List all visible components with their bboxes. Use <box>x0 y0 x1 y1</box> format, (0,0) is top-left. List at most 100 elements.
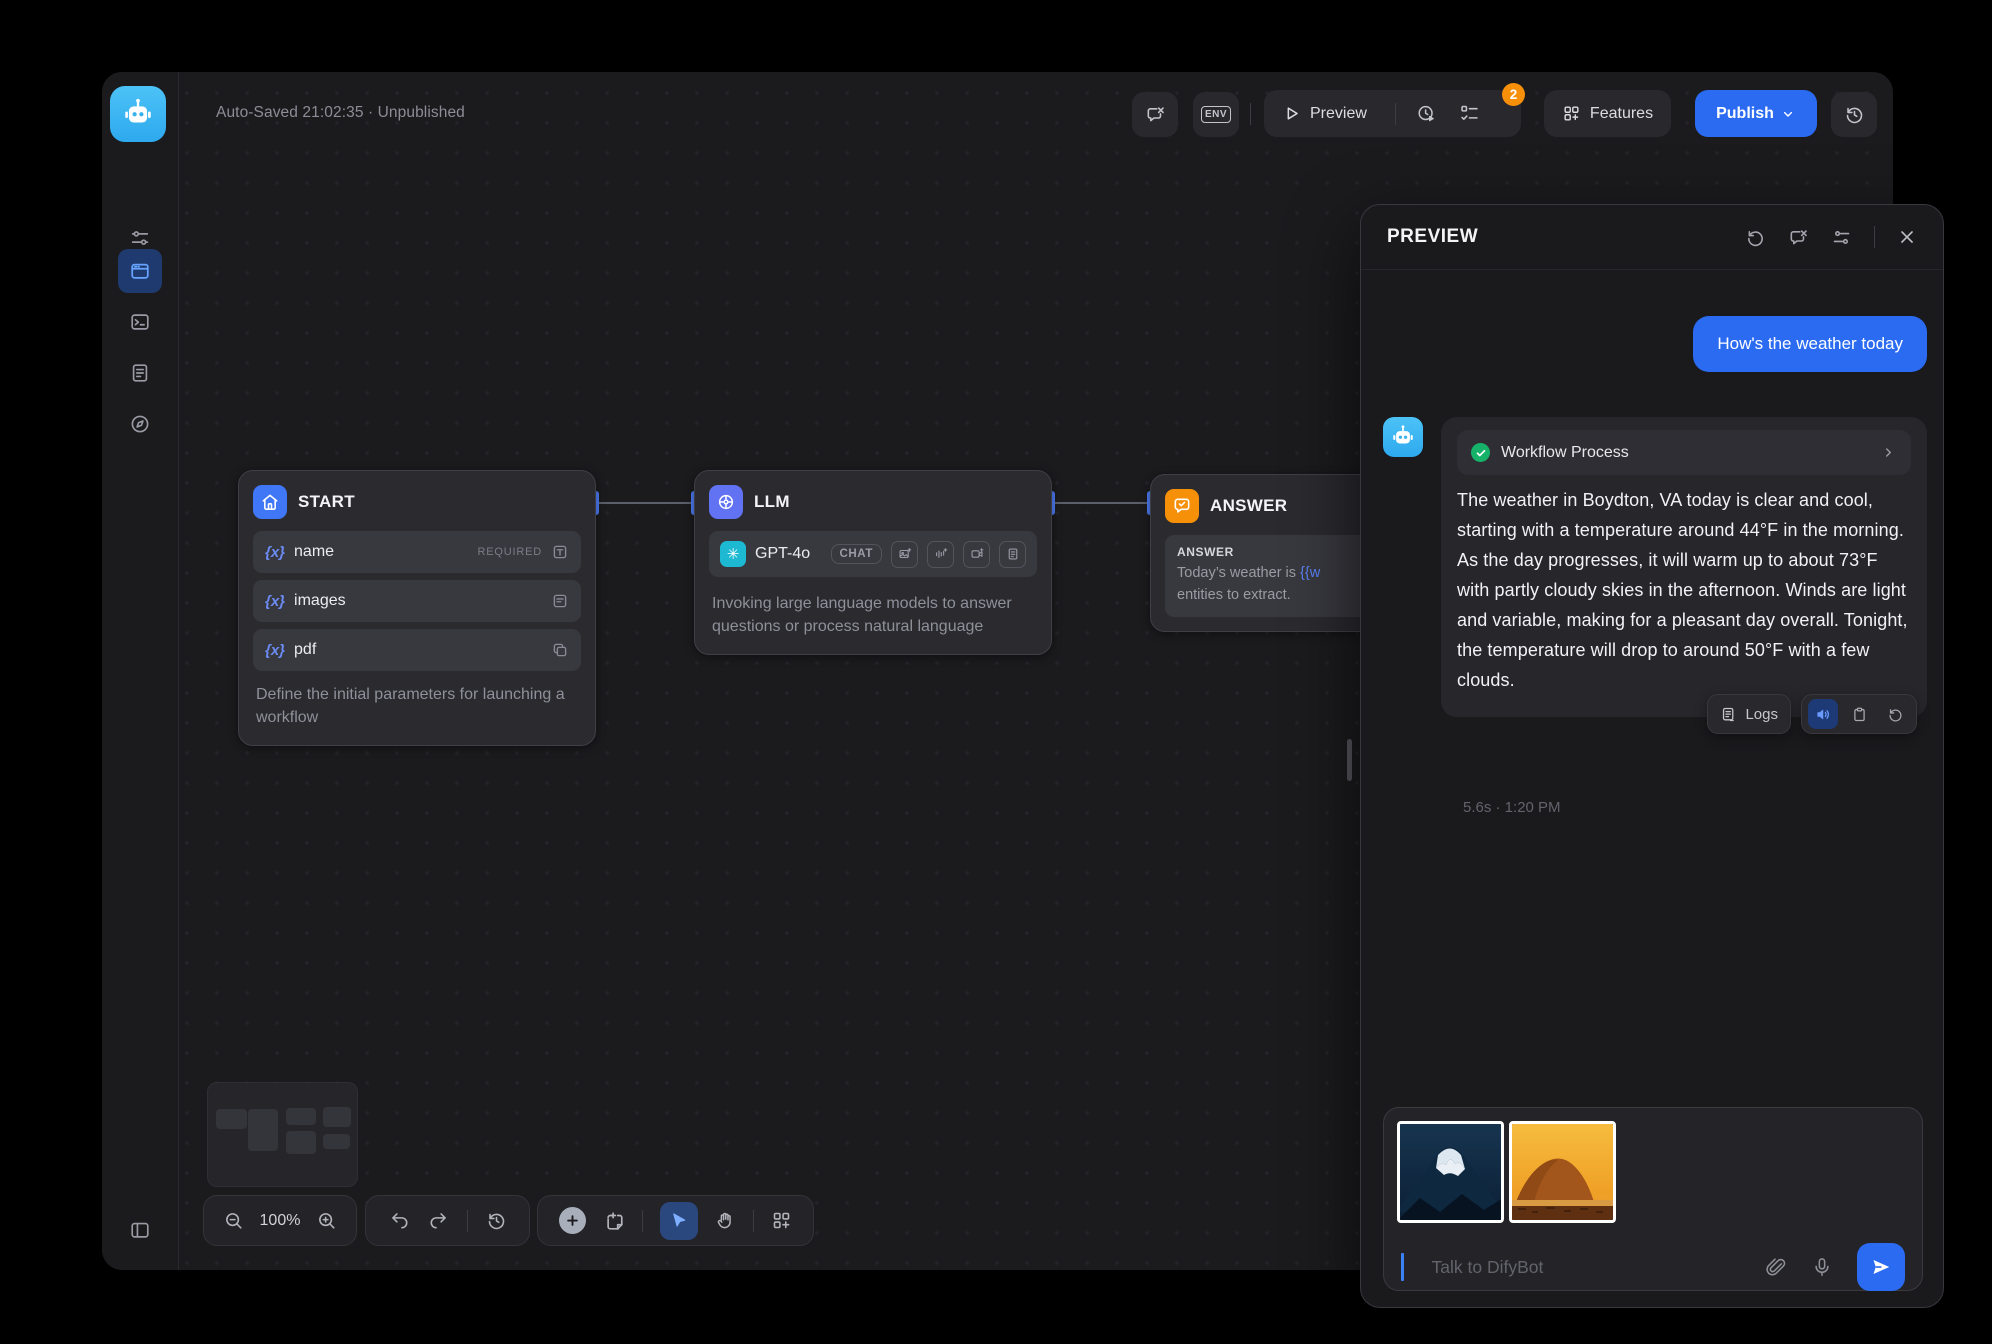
robot-icon <box>1390 424 1416 450</box>
tune-icon <box>129 227 151 249</box>
message-tool-group <box>1801 694 1917 734</box>
history-icon[interactable] <box>486 1210 507 1231</box>
mic-icon[interactable] <box>1811 1256 1833 1278</box>
minimap[interactable] <box>207 1082 358 1187</box>
run-group-separator <box>1395 103 1396 125</box>
sidebar-item-logs[interactable] <box>118 351 162 395</box>
header-separator <box>1874 226 1875 248</box>
variable-glyph: {x} <box>265 593 285 610</box>
version-history-button[interactable] <box>1831 92 1877 137</box>
chat-mode-badge: CHAT <box>831 544 883 564</box>
organize-icon[interactable] <box>771 1210 792 1231</box>
sidebar-item-monitoring[interactable] <box>118 402 162 446</box>
user-message-bubble: How's the weather today <box>1693 316 1927 372</box>
paperclip-icon[interactable] <box>1765 1256 1787 1278</box>
regenerate-icon <box>1887 706 1904 723</box>
zoom-in-icon[interactable] <box>316 1210 337 1231</box>
run-history-icon[interactable] <box>1416 103 1437 124</box>
annotation-icon[interactable] <box>1788 227 1809 248</box>
zoom-level[interactable]: 100% <box>260 1212 301 1230</box>
history-controls <box>365 1195 530 1246</box>
features-button-label: Features <box>1590 105 1653 123</box>
node-answer-title: ANSWER <box>1210 496 1287 516</box>
checklist-badge: 2 <box>1502 83 1525 106</box>
workflow-process-label: Workflow Process <box>1501 444 1869 462</box>
send-button[interactable] <box>1857 1243 1905 1291</box>
attached-images <box>1397 1121 1909 1228</box>
preview-panel: PREVIEW How's the weather today <box>1360 204 1944 1308</box>
preview-run-button[interactable]: Preview <box>1310 105 1367 123</box>
openai-icon: ✳ <box>720 541 746 567</box>
clipboard-icon <box>1851 706 1868 723</box>
node-llm-description: Invoking large language models to answer… <box>709 587 1037 640</box>
edge-connector <box>1052 502 1150 504</box>
settings-sliders-icon[interactable] <box>1831 227 1852 248</box>
panel-resize-handle[interactable] <box>1347 739 1352 781</box>
start-variable-pdf[interactable]: {x} pdf <box>253 629 581 671</box>
paragraph-icon <box>551 592 569 610</box>
logs-button[interactable]: Logs <box>1707 694 1791 734</box>
features-grid-icon <box>1562 104 1581 123</box>
workflow-process-toggle[interactable]: Workflow Process <box>1457 430 1911 475</box>
zoom-out-icon[interactable] <box>223 1210 244 1231</box>
sidebar <box>102 72 179 1270</box>
undo-icon[interactable] <box>389 1210 410 1231</box>
bot-avatar <box>1383 417 1423 457</box>
add-node-icon[interactable] <box>559 1207 586 1234</box>
app-logo[interactable] <box>110 86 166 142</box>
restart-conversation-button[interactable] <box>1745 227 1766 248</box>
add-note-icon[interactable] <box>603 1210 625 1232</box>
regenerate-button[interactable] <box>1880 699 1910 729</box>
pointer-icon <box>669 1211 689 1231</box>
start-variable-images[interactable]: {x} images <box>253 580 581 622</box>
toolbar-separator <box>467 1210 468 1232</box>
speaker-button[interactable] <box>1808 699 1838 729</box>
message-meta: 5.6s · 1:20 PM <box>1463 799 1561 816</box>
close-icon[interactable] <box>1897 227 1917 247</box>
robot-icon <box>121 97 155 131</box>
collapse-panel-icon <box>129 1219 151 1241</box>
llm-brain-icon <box>709 485 743 519</box>
chat-input[interactable] <box>1430 1256 1742 1279</box>
home-icon <box>253 485 287 519</box>
preview-title: PREVIEW <box>1387 226 1723 248</box>
env-button[interactable]: ENV <box>1193 92 1239 137</box>
variable-name: pdf <box>294 641 316 659</box>
bot-message-row: Workflow Process The weather in Boydton,… <box>1383 417 1927 717</box>
publish-button-label: Publish <box>1716 105 1774 123</box>
audio-capability-icon <box>927 541 954 568</box>
annotation-button[interactable] <box>1132 92 1178 137</box>
variable-name: images <box>294 592 346 610</box>
collapse-sidebar-button[interactable] <box>118 1208 162 1252</box>
attachment-thumbnail-sunset-mountain[interactable] <box>1509 1121 1616 1223</box>
features-button[interactable]: Features <box>1544 90 1671 137</box>
toolbar-separator <box>753 1210 754 1232</box>
checklist-icon[interactable] <box>1459 103 1480 124</box>
node-start[interactable]: START {x} name REQUIRED {x} images <box>238 470 596 746</box>
text-input-icon <box>551 543 569 561</box>
preview-header: PREVIEW <box>1361 205 1943 270</box>
publish-button[interactable]: Publish <box>1695 90 1817 137</box>
attachment-thumbnail-night-mountain[interactable] <box>1397 1121 1504 1223</box>
node-start-title: START <box>298 492 355 512</box>
node-llm[interactable]: LLM ✳ GPT-4o CHAT Invoking large <box>694 470 1052 655</box>
play-icon <box>1282 104 1301 123</box>
topbar-separator <box>1250 103 1251 125</box>
hand-tool[interactable] <box>715 1210 736 1231</box>
start-variable-name[interactable]: {x} name REQUIRED <box>253 531 581 573</box>
llm-model-row[interactable]: ✳ GPT-4o CHAT <box>709 531 1037 577</box>
bot-message-card: Workflow Process The weather in Boydton,… <box>1441 417 1927 717</box>
sidebar-item-orchestrate[interactable] <box>118 249 162 293</box>
check-circle-icon <box>1471 443 1490 462</box>
node-llm-header: LLM <box>709 485 1037 519</box>
node-llm-title: LLM <box>754 492 790 512</box>
sidebar-item-terminal[interactable] <box>118 300 162 344</box>
version-history-icon <box>1844 104 1865 125</box>
canvas-tools <box>537 1195 814 1246</box>
chevron-down-icon <box>1780 106 1796 122</box>
chat-input-container <box>1383 1107 1923 1291</box>
compass-icon <box>129 413 151 435</box>
pointer-tool[interactable] <box>660 1202 698 1240</box>
redo-icon[interactable] <box>428 1210 449 1231</box>
copy-button[interactable] <box>1844 699 1874 729</box>
